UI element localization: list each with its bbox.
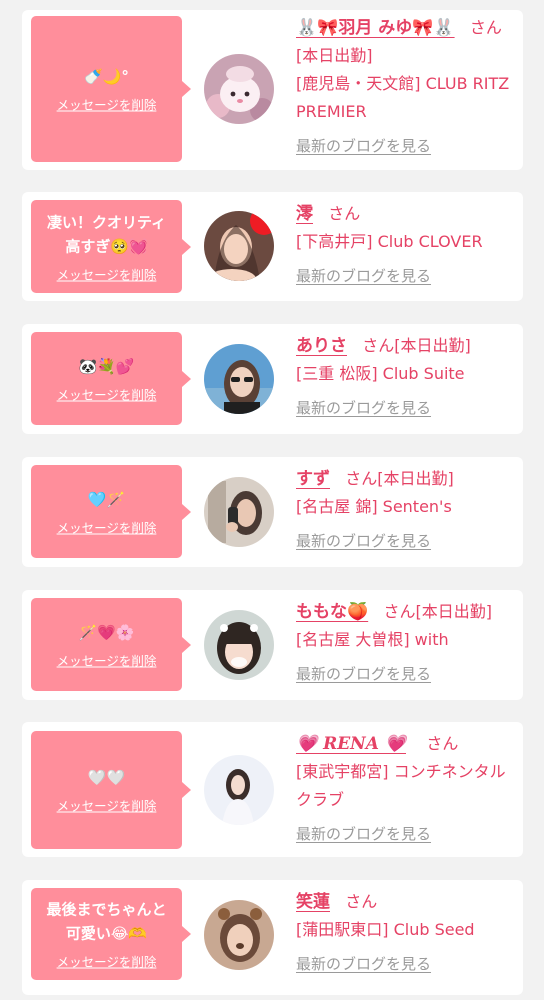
message-text: 🤍🤍: [87, 768, 126, 787]
delete-message-link[interactable]: メッセージを削除: [57, 384, 157, 403]
filter-selfie-avatar-icon: [204, 900, 274, 970]
list-item: 最後までちゃんと 可愛い😂🫶 メッセージを削除 笑蓮 さん [蒲田駅東口] Cl…: [22, 880, 523, 995]
delete-message-link[interactable]: メッセージを削除: [57, 952, 157, 971]
shop-name: [三重 松阪] Club Suite: [296, 364, 465, 383]
avatar[interactable]: [204, 900, 274, 970]
avatar[interactable]: [204, 54, 274, 124]
avatar[interactable]: [204, 610, 274, 680]
cast-name-link[interactable]: ももな🍑: [296, 602, 368, 622]
delete-message-link[interactable]: メッセージを削除: [57, 264, 157, 283]
message-bubble: 最後までちゃんと 可愛い😂🫶 メッセージを削除: [31, 888, 191, 980]
honorific: さん: [345, 469, 378, 488]
avatar[interactable]: [204, 755, 274, 825]
cast-name-link[interactable]: 笑蓮: [296, 892, 330, 912]
message-bubble: 🍼🌙° メッセージを削除: [31, 16, 191, 162]
message-text: 凄い！クオリティ 高すぎ🥺💓: [46, 213, 167, 255]
mirror-selfie-avatar-icon: [204, 477, 274, 547]
latest-blog-link[interactable]: 最新のブログを見る: [296, 527, 431, 555]
honorific: さん: [469, 18, 502, 37]
message-bubble: 凄い！クオリティ 高すぎ🥺💓 メッセージを削除: [31, 200, 191, 293]
avatar[interactable]: [204, 211, 274, 281]
list-item: 🩵🪄 メッセージを削除 すず さん[本日出勤] [名古屋 錦] Senten's…: [22, 457, 523, 567]
list-item: 🍼🌙° メッセージを削除 🐰🎀羽月 みゆ🎀🐰 さん[本日出勤] [鹿児島・天文館…: [22, 10, 523, 170]
delete-message-link[interactable]: メッセージを削除: [57, 650, 157, 669]
sunglasses-avatar-icon: [204, 344, 274, 414]
shop-name: [名古屋 錦] Senten's: [296, 497, 452, 516]
message-bubble: 🪄💗🌸 メッセージを削除: [31, 598, 191, 691]
plush-toy-avatar-icon: [204, 54, 274, 124]
work-status: [本日出勤]: [377, 469, 454, 488]
message-list: 🍼🌙° メッセージを削除 🐰🎀羽月 みゆ🎀🐰 さん[本日出勤] [鹿児島・天文館…: [0, 0, 544, 1000]
shop-name: [蒲田駅東口] Club Seed: [296, 920, 475, 939]
white-background-portrait-avatar-icon: [204, 755, 274, 825]
shop-name: [東武宇都宮] コンチネンタルクラブ: [296, 762, 506, 809]
latest-blog-link[interactable]: 最新のブログを見る: [296, 394, 431, 422]
list-item: 🪄💗🌸 メッセージを削除 ももな🍑 さん[本日出勤] [名古屋 大曽根] wit…: [22, 590, 523, 700]
latest-blog-link[interactable]: 最新のブログを見る: [296, 950, 431, 978]
cast-name-link[interactable]: 🐰🎀羽月 みゆ🎀🐰: [296, 18, 455, 38]
selfie-avatar-icon: [204, 211, 274, 281]
latest-blog-link[interactable]: 最新のブログを見る: [296, 132, 431, 160]
avatar[interactable]: [204, 344, 274, 414]
work-status: [本日出勤]: [415, 602, 492, 621]
cast-name-link[interactable]: ありさ: [296, 336, 347, 356]
latest-blog-link[interactable]: 最新のブログを見る: [296, 660, 431, 688]
avatar[interactable]: [204, 477, 274, 547]
message-text: 最後までちゃんと 可愛い😂🫶: [46, 900, 167, 943]
honorific: さん: [328, 204, 361, 223]
latest-blog-link[interactable]: 最新のブログを見る: [296, 262, 431, 290]
message-text: 🍼🌙°: [84, 67, 129, 86]
work-status: [本日出勤]: [394, 336, 471, 355]
list-item: 凄い！クオリティ 高すぎ🥺💓 メッセージを削除 澪 さん [下高井戸] Club…: [22, 192, 523, 301]
message-bubble: 🩵🪄 メッセージを削除: [31, 465, 191, 558]
work-status: [本日出勤]: [296, 46, 373, 65]
cast-name-link[interactable]: すず: [296, 469, 330, 489]
list-item: 🐼💐💕 メッセージを削除 ありさ さん[本日出勤] [三重 松阪] Club S…: [22, 324, 523, 434]
delete-message-link[interactable]: メッセージを削除: [57, 796, 157, 815]
message-bubble: 🐼💐💕 メッセージを削除: [31, 332, 191, 425]
message-text: 🪄💗🌸: [78, 623, 135, 641]
honorific: さん: [383, 602, 416, 621]
cast-name-link[interactable]: 💗 𝑹𝑬𝑵𝑨 💗: [296, 734, 406, 754]
delete-message-link[interactable]: メッセージを削除: [57, 95, 157, 114]
shop-name: [下高井戸] Club CLOVER: [296, 232, 483, 251]
honorific: さん: [426, 734, 459, 753]
shop-name: [鹿児島・天文館] CLUB RITZ PREMIER: [296, 74, 510, 121]
delete-message-link[interactable]: メッセージを削除: [57, 517, 157, 536]
bangs-portrait-avatar-icon: [204, 610, 274, 680]
message-bubble: 🤍🤍 メッセージを削除: [31, 731, 191, 849]
honorific: さん: [345, 892, 378, 911]
message-text: 🩵🪄: [87, 490, 126, 508]
latest-blog-link[interactable]: 最新のブログを見る: [296, 820, 431, 848]
honorific: さん: [362, 336, 395, 355]
message-text: 🐼💐💕: [78, 357, 135, 375]
list-item: 🤍🤍 メッセージを削除 💗 𝑹𝑬𝑵𝑨 💗 さん [東武宇都宮] コンチネンタルク…: [22, 722, 523, 857]
shop-name: [名古屋 大曽根] with: [296, 630, 449, 649]
cast-name-link[interactable]: 澪: [296, 204, 313, 224]
